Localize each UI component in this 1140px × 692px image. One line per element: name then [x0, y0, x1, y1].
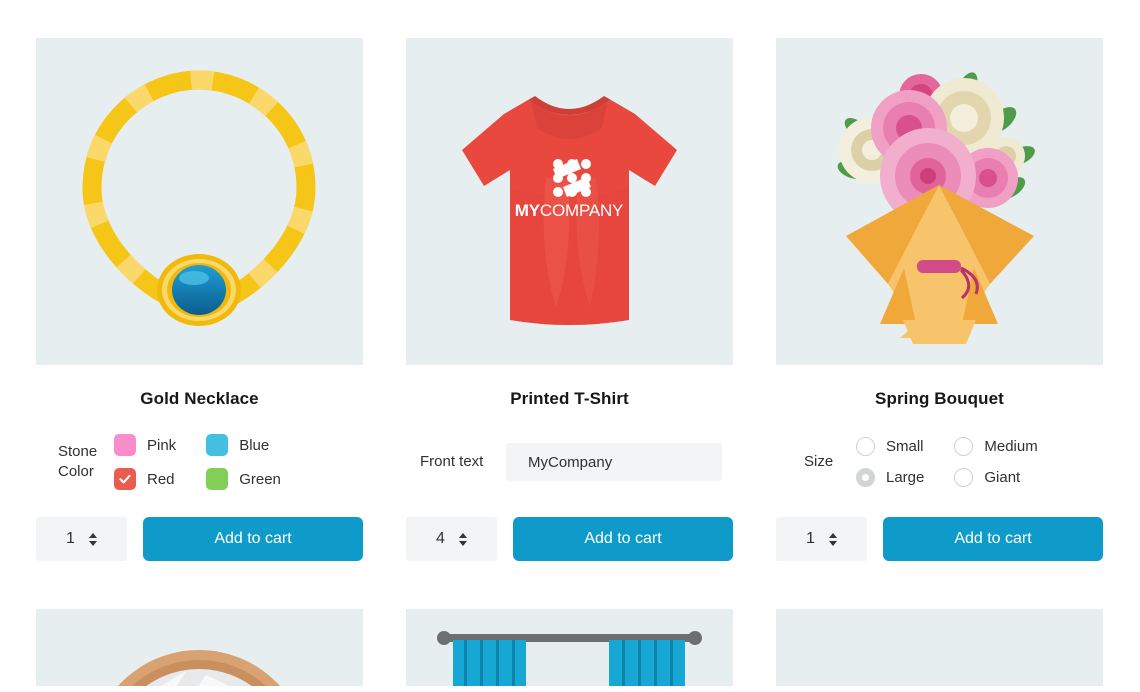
quantity-value: 4 — [436, 530, 445, 547]
quantity-value: 1 — [66, 530, 75, 547]
stone-color-label-line2: Color — [58, 463, 94, 480]
product-grid: Gold Necklace Stone Color Pink Blue Red … — [36, 38, 1104, 686]
swatch-pink-icon — [114, 434, 136, 456]
product-card-blue-curtains — [406, 609, 733, 686]
size-label: Size — [804, 453, 834, 471]
product-title: Printed T-Shirt — [510, 389, 629, 408]
round-mirror-image[interactable] — [36, 609, 363, 686]
front-text-label: Front text — [420, 453, 484, 471]
stone-color-option-row: Stone Color Pink Blue Red Green — [36, 431, 363, 493]
checkbox-pink[interactable]: Pink — [114, 434, 176, 456]
radio-giant[interactable]: Giant — [954, 468, 1037, 487]
gold-necklace-image[interactable] — [36, 38, 363, 365]
svg-text:MYCOMPANY: MYCOMPANY — [515, 201, 623, 220]
tshirt-logo-dots — [553, 159, 591, 197]
radio-label: Small — [886, 438, 924, 455]
product-card-gold-necklace: Gold Necklace Stone Color Pink Blue Red … — [36, 38, 363, 561]
quantity-stepper[interactable]: 1 — [776, 517, 867, 561]
empty-product-image[interactable] — [776, 609, 1103, 686]
product-actions: 1 Add to cart — [36, 517, 363, 561]
radio-giant-icon — [954, 468, 974, 487]
radio-label: Medium — [984, 438, 1038, 455]
radio-label: Giant — [984, 469, 1021, 486]
stone-color-label: Stone Color — [36, 442, 114, 482]
stepper-arrows-icon[interactable] — [828, 532, 837, 546]
add-to-cart-button[interactable]: Add to cart — [513, 517, 733, 561]
checkbox-blue[interactable]: Blue — [206, 434, 281, 456]
radio-small[interactable]: Small — [856, 437, 924, 456]
stone-color-label-line1: Stone — [58, 443, 98, 461]
product-title: Gold Necklace — [140, 389, 259, 408]
radio-large-selected-icon — [856, 468, 875, 487]
swatch-green-icon — [206, 468, 229, 490]
product-actions: 1 Add to cart — [776, 517, 1103, 561]
product-title: Spring Bouquet — [875, 389, 1004, 408]
quantity-stepper[interactable]: 1 — [36, 517, 127, 561]
radio-medium-icon — [954, 437, 974, 456]
product-actions: 4 Add to cart — [406, 517, 733, 561]
product-card-round-mirror — [36, 609, 363, 686]
checkbox-label: Blue — [239, 436, 270, 454]
checkbox-label: Red — [147, 470, 175, 488]
size-choices: Small Medium Large Giant — [856, 437, 1038, 487]
front-text-input[interactable] — [506, 443, 722, 481]
product-card-empty — [776, 609, 1103, 686]
stepper-arrows-icon[interactable] — [88, 532, 97, 546]
blue-curtains-image[interactable] — [406, 609, 733, 686]
radio-medium[interactable]: Medium — [954, 437, 1038, 456]
quantity-stepper[interactable]: 4 — [406, 517, 497, 561]
radio-small-icon — [856, 437, 875, 456]
swatch-blue-icon — [206, 434, 229, 456]
product-card-printed-tshirt: MYCOMPANY Printed T-Shirt Front text 4 A… — [406, 38, 733, 561]
printed-tshirt-image[interactable]: MYCOMPANY — [406, 38, 733, 365]
stepper-arrows-icon[interactable] — [458, 532, 467, 546]
radio-label: Large — [886, 469, 925, 486]
quantity-value: 1 — [806, 530, 815, 547]
spring-bouquet-image[interactable] — [776, 38, 1103, 365]
checkbox-label: Green — [239, 470, 281, 488]
radio-large[interactable]: Large — [856, 468, 924, 487]
add-to-cart-button[interactable]: Add to cart — [883, 517, 1103, 561]
checkbox-label: Pink — [147, 436, 177, 454]
checkbox-green[interactable]: Green — [206, 468, 281, 490]
stone-color-choices: Pink Blue Red Green — [114, 434, 281, 490]
checkbox-red[interactable]: Red — [114, 468, 176, 490]
size-option-row: Size Small Medium Large Giant — [776, 431, 1103, 493]
swatch-red-checked-icon — [114, 468, 136, 490]
add-to-cart-button[interactable]: Add to cart — [143, 517, 363, 561]
front-text-option-row: Front text — [406, 431, 733, 493]
product-card-spring-bouquet: Spring Bouquet Size Small Medium Large G… — [776, 38, 1103, 561]
